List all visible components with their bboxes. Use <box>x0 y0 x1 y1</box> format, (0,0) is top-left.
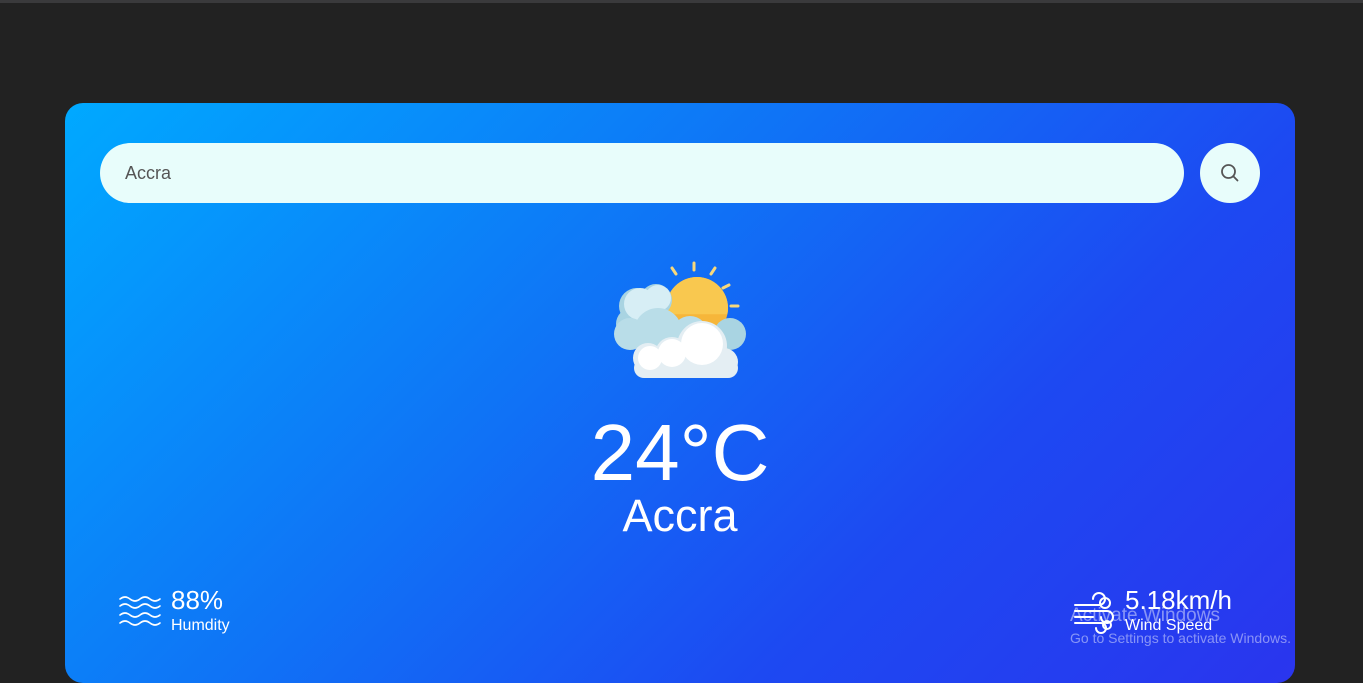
humidity-label: Humdity <box>171 617 230 634</box>
watermark-subtitle: Go to Settings to activate Windows. <box>1070 630 1291 646</box>
search-icon <box>1221 164 1239 182</box>
weather-card: 24°C Accra 88% Humdity <box>65 103 1295 683</box>
humidity-text: 88% Humdity <box>171 585 230 636</box>
search-input[interactable] <box>100 143 1184 203</box>
humidity-detail: 88% Humdity <box>119 585 230 636</box>
partly-cloudy-icon <box>614 261 746 378</box>
temperature-value: 24°C <box>590 408 770 497</box>
activate-windows-watermark: Activate Windows Go to Settings to activ… <box>1070 605 1291 647</box>
watermark-title: Activate Windows <box>1070 605 1220 626</box>
search-button[interactable] <box>1200 143 1260 203</box>
city-name: Accra <box>622 490 738 541</box>
humidity-value: 88% <box>171 585 224 615</box>
window-top-border <box>0 0 1363 3</box>
humidity-waves-icon <box>119 596 161 626</box>
